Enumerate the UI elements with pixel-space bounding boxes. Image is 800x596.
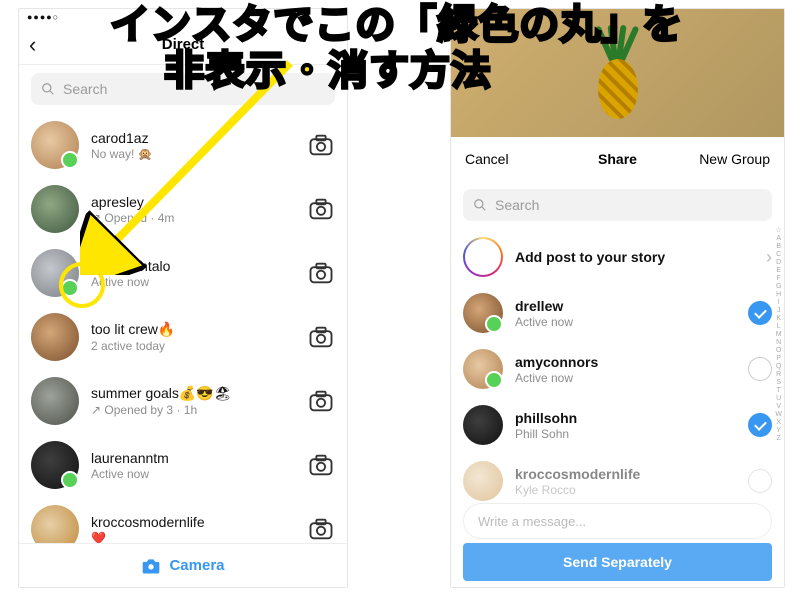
overlay-caption: インスタでこの「緑色の丸」を 非表示・消す方法 bbox=[110, 2, 683, 94]
camera-icon[interactable] bbox=[307, 131, 335, 159]
avatar[interactable] bbox=[463, 293, 503, 333]
share-name: amyconnors bbox=[515, 354, 748, 370]
dm-name: laurenanntm bbox=[91, 450, 307, 466]
cancel-button[interactable]: Cancel bbox=[465, 151, 509, 167]
camera-icon[interactable] bbox=[307, 515, 335, 543]
add-story-label: Add post to your story bbox=[515, 249, 766, 265]
signal-dots-icon: ●●●●○ bbox=[27, 12, 59, 22]
dm-name: anneisantalo bbox=[91, 258, 307, 274]
camera-icon[interactable] bbox=[307, 323, 335, 351]
dm-name: carod1az bbox=[91, 130, 307, 146]
camera-icon[interactable] bbox=[307, 259, 335, 287]
avatar[interactable] bbox=[463, 405, 503, 445]
camera-footer-label: Camera bbox=[169, 557, 224, 574]
back-chevron-icon[interactable]: ‹ bbox=[29, 32, 36, 58]
new-group-button[interactable]: New Group bbox=[699, 151, 770, 167]
camera-icon[interactable] bbox=[307, 387, 335, 415]
avatar[interactable] bbox=[31, 313, 79, 361]
dm-sub: 2 active today bbox=[91, 339, 307, 353]
dm-row[interactable]: too lit crew🔥2 active today bbox=[19, 305, 347, 369]
share-sub: Phill Sohn bbox=[515, 427, 748, 441]
send-separately-button[interactable]: Send Separately bbox=[463, 543, 772, 581]
share-name: kroccosmodernlife bbox=[515, 466, 748, 482]
message-input[interactable]: Write a message... bbox=[463, 503, 772, 539]
dm-name: kroccosmodernlife bbox=[91, 514, 307, 530]
camera-icon[interactable] bbox=[307, 195, 335, 223]
share-sub: Active now bbox=[515, 371, 748, 385]
alpha-index[interactable]: ☆ABCDEFGHIJKLMNOPQRSTUVWXYZ bbox=[775, 227, 782, 443]
story-ring-icon bbox=[463, 237, 503, 277]
share-sub: Active now bbox=[515, 315, 748, 329]
dm-sub: No way! 🙊 bbox=[91, 147, 307, 161]
add-to-story-row[interactable]: Add post to your story › bbox=[451, 229, 784, 285]
avatar[interactable] bbox=[463, 461, 503, 501]
share-row[interactable]: amyconnorsActive now bbox=[451, 341, 784, 397]
dm-sub: Active now bbox=[91, 467, 307, 481]
dm-row[interactable]: summer goals💰😎🏖↗ Opened by 3 · 1h bbox=[19, 369, 347, 433]
share-title: Share bbox=[598, 151, 637, 167]
chevron-right-icon: › bbox=[766, 247, 772, 268]
dm-row[interactable]: laurenanntmActive now bbox=[19, 433, 347, 497]
share-sub: Kyle Rocco bbox=[515, 483, 748, 497]
dm-row[interactable]: carod1azNo way! 🙊 bbox=[19, 113, 347, 177]
search-placeholder: Search bbox=[495, 197, 539, 213]
select-circle[interactable] bbox=[748, 301, 772, 325]
select-circle[interactable] bbox=[748, 413, 772, 437]
overlay-line1: インスタでこの「緑色の丸」を bbox=[110, 3, 683, 47]
share-row[interactable]: drellewActive now bbox=[451, 285, 784, 341]
dm-name: too lit crew🔥 bbox=[91, 321, 307, 338]
highlight-ring-icon bbox=[59, 262, 105, 308]
avatar[interactable] bbox=[31, 441, 79, 489]
dm-sub: Active now bbox=[91, 275, 307, 289]
share-row[interactable]: kroccosmodernlifeKyle Rocco bbox=[451, 453, 784, 509]
avatar[interactable] bbox=[31, 121, 79, 169]
phone-right-share: Cancel Share New Group Search Add post t… bbox=[450, 8, 785, 588]
select-circle[interactable] bbox=[748, 469, 772, 493]
dm-name: apresley bbox=[91, 194, 307, 210]
camera-icon[interactable] bbox=[307, 451, 335, 479]
share-bar: Cancel Share New Group bbox=[451, 137, 784, 181]
send-label: Send Separately bbox=[563, 554, 672, 570]
search-icon bbox=[473, 198, 487, 212]
avatar[interactable] bbox=[31, 185, 79, 233]
dm-name: summer goals💰😎🏖 bbox=[91, 385, 307, 402]
search-icon bbox=[41, 82, 55, 96]
dm-sub: ↗ Opened · 4m bbox=[91, 211, 307, 225]
overlay-line2: 非表示・消す方法 bbox=[110, 49, 492, 93]
dm-row[interactable]: apresley↗ Opened · 4m bbox=[19, 177, 347, 241]
message-placeholder: Write a message... bbox=[478, 514, 586, 529]
camera-filled-icon bbox=[141, 556, 161, 576]
dm-sub: ↗ Opened by 3 · 1h bbox=[91, 403, 307, 417]
share-row[interactable]: phillsohnPhill Sohn bbox=[451, 397, 784, 453]
avatar[interactable] bbox=[31, 377, 79, 425]
share-search-input[interactable]: Search bbox=[463, 189, 772, 221]
camera-footer-button[interactable]: Camera bbox=[19, 543, 347, 587]
search-placeholder: Search bbox=[63, 81, 107, 97]
share-name: phillsohn bbox=[515, 410, 748, 426]
share-name: drellew bbox=[515, 298, 748, 314]
avatar[interactable] bbox=[463, 349, 503, 389]
select-circle[interactable] bbox=[748, 357, 772, 381]
